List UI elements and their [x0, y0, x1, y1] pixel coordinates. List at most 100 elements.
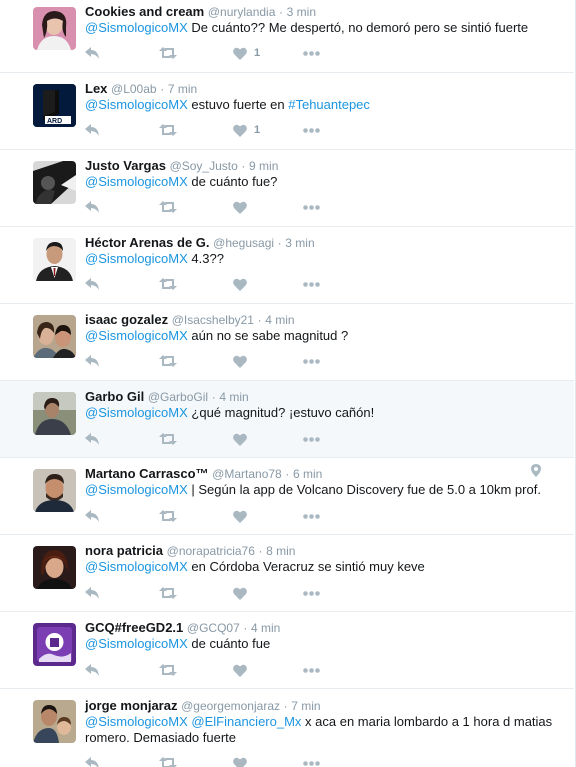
reply-button[interactable] — [85, 509, 100, 523]
avatar[interactable] — [33, 238, 76, 281]
more-button[interactable] — [303, 200, 320, 214]
avatar[interactable] — [33, 469, 76, 512]
mention-link[interactable]: @SismologicoMX — [85, 251, 188, 266]
retweet-button[interactable] — [159, 432, 177, 446]
timestamp[interactable]: 8 min — [266, 544, 295, 558]
reply-button[interactable] — [85, 200, 100, 214]
reply-button[interactable] — [85, 663, 100, 677]
display-name[interactable]: isaac gozalez — [85, 312, 168, 327]
avatar[interactable] — [33, 161, 76, 204]
mention-link[interactable]: @SismologicoMX — [85, 714, 188, 729]
retweet-button[interactable] — [159, 46, 177, 60]
timestamp[interactable]: 4 min — [265, 313, 294, 327]
like-button[interactable] — [233, 354, 254, 368]
like-button[interactable]: 1 — [233, 123, 260, 137]
username[interactable]: @L00ab — [111, 82, 157, 96]
more-button[interactable] — [303, 756, 320, 767]
like-button[interactable] — [233, 586, 254, 600]
avatar[interactable] — [33, 392, 76, 435]
more-button[interactable] — [303, 123, 320, 137]
reply-button[interactable] — [85, 123, 100, 137]
username[interactable]: @norapatricia76 — [167, 544, 255, 558]
more-button[interactable] — [303, 663, 320, 677]
hashtag-link[interactable]: #Tehuantepec — [288, 97, 370, 112]
like-button[interactable] — [233, 509, 254, 523]
mention-link[interactable]: @SismologicoMX — [85, 482, 188, 497]
username[interactable]: @Martano78 — [212, 467, 282, 481]
display-name[interactable]: Justo Vargas — [85, 158, 166, 173]
reply-button[interactable] — [85, 354, 100, 368]
retweet-button[interactable] — [159, 509, 177, 523]
display-name[interactable]: Martano Carrasco™ — [85, 466, 209, 481]
display-name[interactable]: GCQ#freeGD2.1 — [85, 620, 183, 635]
reply-button[interactable] — [85, 46, 100, 60]
timestamp[interactable]: 4 min — [251, 621, 280, 635]
mention-link[interactable]: @SismologicoMX — [85, 559, 188, 574]
tweet[interactable]: nora patricia @norapatricia76 · 8 min @S… — [0, 535, 574, 612]
more-button[interactable] — [303, 509, 320, 523]
timestamp[interactable]: 7 min — [291, 699, 320, 713]
display-name[interactable]: Cookies and cream — [85, 4, 204, 19]
timestamp[interactable]: 4 min — [219, 390, 248, 404]
display-name[interactable]: Héctor Arenas de G. — [85, 235, 210, 250]
avatar[interactable] — [33, 315, 76, 358]
tweet[interactable]: GCQ#freeGD2.1 @GCQ07 · 4 min @Sismologic… — [0, 612, 574, 689]
like-button[interactable]: 1 — [233, 46, 260, 60]
like-button[interactable] — [233, 200, 254, 214]
avatar[interactable] — [33, 7, 76, 50]
timestamp[interactable]: 3 min — [285, 236, 314, 250]
like-button[interactable] — [233, 432, 254, 446]
display-name[interactable]: nora patricia — [85, 543, 163, 558]
tweet[interactable]: Cookies and cream @nurylandia · 3 min @S… — [0, 0, 574, 73]
username[interactable]: @GCQ07 — [187, 621, 240, 635]
tweet[interactable]: Héctor Arenas de G. @hegusagi · 3 min @S… — [0, 227, 574, 304]
retweet-button[interactable] — [159, 277, 177, 291]
more-button[interactable] — [303, 432, 320, 446]
username[interactable]: @Soy_Justo — [170, 159, 238, 173]
username[interactable]: @Isacshelby21 — [172, 313, 254, 327]
more-button[interactable] — [303, 277, 320, 291]
timestamp[interactable]: 7 min — [168, 82, 197, 96]
retweet-button[interactable] — [159, 123, 177, 137]
reply-button[interactable] — [85, 432, 100, 446]
display-name[interactable]: Garbo Gil — [85, 389, 144, 404]
mention-link[interactable]: @SismologicoMX — [85, 636, 188, 651]
avatar[interactable] — [33, 700, 76, 743]
retweet-button[interactable] — [159, 200, 177, 214]
mention-link[interactable]: @SismologicoMX — [85, 97, 188, 112]
tweet[interactable]: jorge monjaraz @georgemonjaraz · 7 min @… — [0, 689, 574, 767]
tweet[interactable]: isaac gozalez @Isacshelby21 · 4 min @Sis… — [0, 304, 574, 381]
timestamp[interactable]: 6 min — [293, 467, 322, 481]
username[interactable]: @hegusagi — [213, 236, 274, 250]
avatar[interactable] — [33, 623, 76, 666]
display-name[interactable]: jorge monjaraz — [85, 698, 177, 713]
username[interactable]: @GarboGil — [148, 390, 208, 404]
reply-button[interactable] — [85, 586, 100, 600]
reply-button[interactable] — [85, 277, 100, 291]
mention-link[interactable]: @ElFinanciero_Mx — [191, 714, 301, 729]
display-name[interactable]: Lex — [85, 81, 107, 96]
retweet-button[interactable] — [159, 586, 177, 600]
mention-link[interactable]: @SismologicoMX — [85, 328, 188, 343]
more-button[interactable] — [303, 586, 320, 600]
more-button[interactable] — [303, 46, 320, 60]
username[interactable]: @nurylandia — [208, 5, 276, 19]
avatar[interactable] — [33, 546, 76, 589]
location-pin-icon[interactable] — [531, 464, 541, 477]
mention-link[interactable]: @SismologicoMX — [85, 20, 188, 35]
tweet[interactable]: Martano Carrasco™ @Martano78 · 6 min @Si… — [0, 458, 574, 535]
retweet-button[interactable] — [159, 354, 177, 368]
reply-button[interactable] — [85, 756, 100, 767]
tweet[interactable]: Justo Vargas @Soy_Justo · 9 min @Sismolo… — [0, 150, 574, 227]
like-button[interactable] — [233, 277, 254, 291]
retweet-button[interactable] — [159, 663, 177, 677]
tweet[interactable]: Garbo Gil @GarboGil · 4 min @Sismologico… — [0, 381, 574, 458]
like-button[interactable] — [233, 756, 254, 767]
retweet-button[interactable] — [159, 756, 177, 767]
username[interactable]: @georgemonjaraz — [181, 699, 280, 713]
timestamp[interactable]: 9 min — [249, 159, 278, 173]
timestamp[interactable]: 3 min — [287, 5, 316, 19]
more-button[interactable] — [303, 354, 320, 368]
like-button[interactable] — [233, 663, 254, 677]
avatar[interactable]: ARD — [33, 84, 76, 127]
